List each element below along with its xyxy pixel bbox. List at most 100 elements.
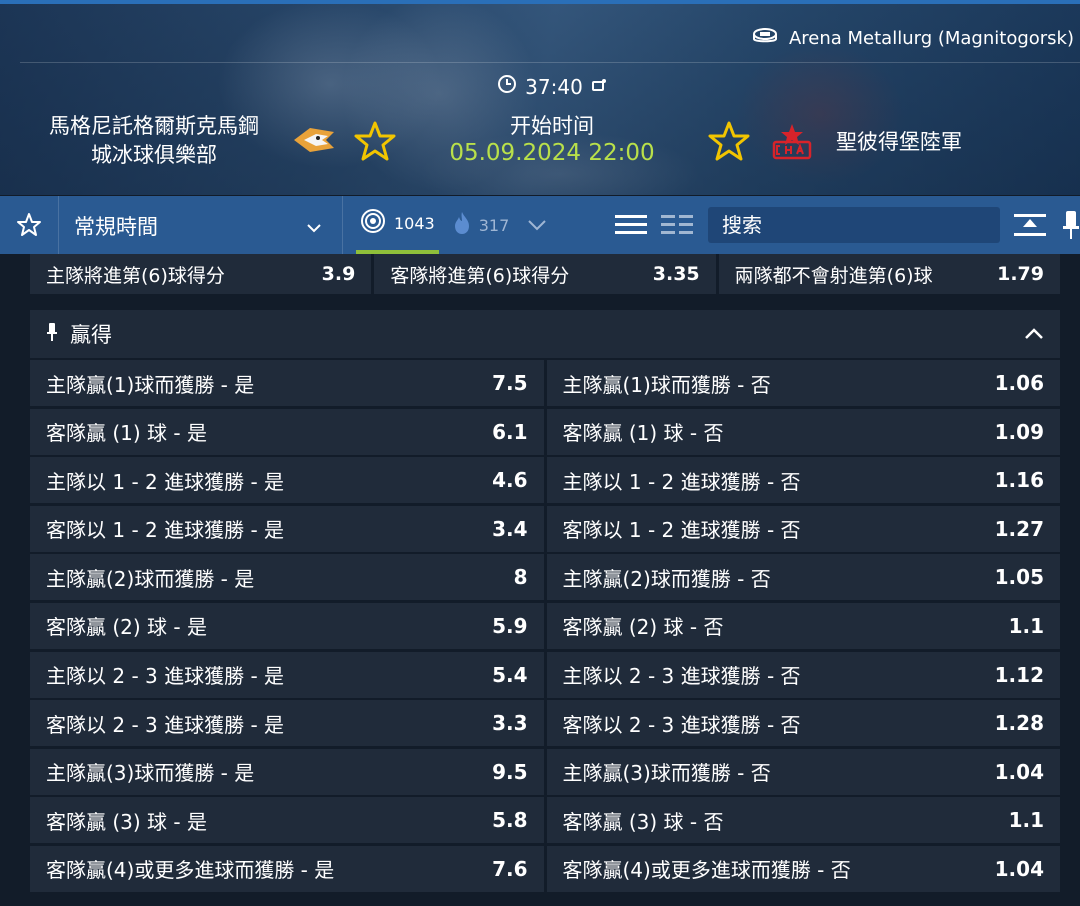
odds-cell[interactable]: 主隊以 2 - 3 進球獲勝 - 否 1.12 xyxy=(546,651,1060,698)
odds-label: 客隊贏 (2) 球 - 否 xyxy=(562,615,724,640)
start-time-label: 开始时间 xyxy=(510,114,594,138)
odds-value: 6.1 xyxy=(492,419,528,444)
odds-value: 3.35 xyxy=(652,263,700,285)
odds-cell[interactable]: 主隊贏(3)球而獲勝 - 否 1.04 xyxy=(546,748,1060,795)
odds-cell[interactable]: 客隊贏(4)或更多進球而獲勝 - 是 7.6 xyxy=(30,845,544,892)
hot-markets-tab[interactable]: 317 xyxy=(453,211,509,239)
odds-cell[interactable]: 客隊贏 (2) 球 - 是 5.9 xyxy=(30,602,544,649)
chevron-down-icon xyxy=(306,218,322,237)
odds-row: 客隊贏 (1) 球 - 是 6.1 客隊贏 (1) 球 - 否 1.09 xyxy=(30,408,1060,455)
list-view-icon[interactable] xyxy=(614,210,648,240)
odds-cell[interactable]: 客隊贏 (3) 球 - 否 1.1 xyxy=(546,797,1060,844)
odds-label: 客隊以 2 - 3 進球獲勝 - 是 xyxy=(46,712,285,737)
odds-cell[interactable]: 客隊贏 (1) 球 - 否 1.09 xyxy=(546,408,1060,455)
odds-cell[interactable]: 客隊贏 (2) 球 - 否 1.1 xyxy=(546,602,1060,649)
odds-cell[interactable]: 客隊以 1 - 2 進球獲勝 - 否 1.27 xyxy=(546,505,1060,552)
live-count: 1043 xyxy=(394,213,435,233)
market-toolbar: 常規時間 1043 317 xyxy=(0,196,1080,254)
odds-cell[interactable]: 客隊以 1 - 2 進球獲勝 - 是 3.4 xyxy=(30,505,544,552)
odds-cell[interactable]: 兩隊都不會射進第(6)球 1.79 xyxy=(718,254,1060,294)
odds-value: 1.1 xyxy=(1008,808,1044,833)
odds-row: 客隊贏 (3) 球 - 是 5.8 客隊贏 (3) 球 - 否 1.1 xyxy=(30,797,1060,844)
odds-cell[interactable]: 主隊贏(2)球而獲勝 - 是 8 xyxy=(30,554,544,601)
odds-value: 1.04 xyxy=(994,856,1044,881)
odds-label: 客隊贏 (1) 球 - 否 xyxy=(562,421,724,446)
odds-cell[interactable]: 主隊以 2 - 3 進球獲勝 - 是 5.4 xyxy=(30,651,544,698)
odds-label: 主隊贏(3)球而獲勝 - 是 xyxy=(46,761,255,786)
odds-value: 1.04 xyxy=(994,759,1044,784)
clock-icon xyxy=(497,74,517,99)
odds-value: 7.5 xyxy=(492,371,528,395)
odds-cell[interactable]: 主隊將進第(6)球得分 3.9 xyxy=(30,254,372,294)
odds-cell[interactable]: 客隊以 2 - 3 進球獲勝 - 否 1.28 xyxy=(546,700,1060,747)
odds-label: 客隊贏 (1) 球 - 是 xyxy=(46,421,207,446)
odds-row: 主隊以 1 - 2 進球獲勝 - 是 4.6 主隊以 1 - 2 進球獲勝 - 否… xyxy=(30,457,1060,504)
odds-value: 8 xyxy=(513,565,528,590)
odds-label: 主隊贏(1)球而獲勝 - 否 xyxy=(562,372,771,397)
odds-row: 客隊贏(4)或更多進球而獲勝 - 是 7.6 客隊贏(4)或更多進球而獲勝 - 否… xyxy=(30,845,1060,892)
odds-value: 3.3 xyxy=(492,711,528,736)
odds-cell[interactable]: 主隊贏(1)球而獲勝 - 否 1.06 xyxy=(546,360,1060,406)
odds-row: 客隊以 2 - 3 進球獲勝 - 是 3.3 客隊以 2 - 3 進球獲勝 - 否… xyxy=(30,700,1060,747)
pin-icon[interactable] xyxy=(46,321,58,347)
match-header: Arena Metallurg (Magnitogorsk) 馬格尼託格爾斯克馬… xyxy=(0,0,1080,195)
market-section-header[interactable]: 贏得 xyxy=(30,310,1060,358)
odds-row: 主隊贏(1)球而獲勝 - 是 7.5 主隊贏(1)球而獲勝 - 否 1.06 xyxy=(30,360,1060,406)
search-input[interactable] xyxy=(708,207,1000,243)
odds-label: 主隊贏(3)球而獲勝 - 否 xyxy=(562,761,771,786)
odds-cell[interactable]: 主隊以 1 - 2 進球獲勝 - 是 4.6 xyxy=(30,457,544,504)
odds-value: 3.9 xyxy=(321,263,356,285)
odds-cell[interactable]: 主隊贏(2)球而獲勝 - 否 1.05 xyxy=(546,554,1060,601)
odds-value: 1.16 xyxy=(994,468,1044,493)
target-icon xyxy=(360,208,386,238)
odds-cell[interactable]: 客隊贏 (1) 球 - 是 6.1 xyxy=(30,408,544,455)
away-team-name: 聖彼得堡陸軍 xyxy=(836,130,962,154)
odds-cell[interactable]: 客隊以 2 - 3 進球獲勝 - 是 3.3 xyxy=(30,700,544,747)
timer-value: 37:40 xyxy=(525,74,583,99)
expand-chevron-icon[interactable] xyxy=(527,216,547,235)
favorite-home-star-icon[interactable] xyxy=(354,120,396,162)
odds-label: 客隊贏(4)或更多進球而獲勝 - 是 xyxy=(46,858,335,883)
period-select[interactable]: 常規時間 xyxy=(58,196,343,254)
odds-label: 客隊贏(4)或更多進球而獲勝 - 否 xyxy=(562,858,851,883)
odds-value: 1.06 xyxy=(994,371,1044,395)
match-timer: 37:40 xyxy=(440,74,664,99)
favorites-star-icon[interactable] xyxy=(0,196,59,254)
venue-name: Arena Metallurg (Magnitogorsk) xyxy=(788,28,1074,49)
start-time-value: 05.09.2024 22:00 xyxy=(449,140,655,166)
chevron-up-icon[interactable] xyxy=(1024,325,1044,344)
collapse-all-icon[interactable] xyxy=(1012,210,1048,240)
odds-row: 主隊贏(2)球而獲勝 - 是 8 主隊贏(2)球而獲勝 - 否 1.05 xyxy=(30,554,1060,601)
odds-label: 主隊將進第(6)球得分 xyxy=(46,264,225,287)
odds-value: 4.6 xyxy=(492,468,528,493)
odds-row: 主隊以 2 - 3 進球獲勝 - 是 5.4 主隊以 2 - 3 進球獲勝 - 否… xyxy=(30,651,1060,698)
odds-cell[interactable]: 客隊將進第(6)球得分 3.35 xyxy=(374,254,716,294)
odds-label: 主隊贏(2)球而獲勝 - 否 xyxy=(562,566,771,591)
odds-label: 主隊以 1 - 2 進球獲勝 - 否 xyxy=(562,469,801,494)
home-team-name: 馬格尼託格爾斯克馬鋼 城冰球俱樂部 xyxy=(30,112,278,170)
odds-value: 1.28 xyxy=(994,711,1044,736)
pin-icon[interactable] xyxy=(1060,208,1080,242)
columns-view-icon[interactable] xyxy=(660,210,694,240)
odds-cell[interactable]: 主隊以 1 - 2 進球獲勝 - 否 1.16 xyxy=(546,457,1060,504)
odds-label: 客隊將進第(6)球得分 xyxy=(390,264,570,287)
odds-value: 1.1 xyxy=(1008,613,1044,638)
odds-label: 客隊以 1 - 2 進球獲勝 - 否 xyxy=(562,518,801,543)
odds-cell[interactable]: 主隊贏(3)球而獲勝 - 是 9.5 xyxy=(30,748,544,795)
home-team-logo xyxy=(290,122,338,158)
odds-label: 主隊以 1 - 2 進球獲勝 - 是 xyxy=(46,469,285,494)
odds-label: 客隊贏 (2) 球 - 是 xyxy=(46,615,207,640)
odds-grid: 主隊贏(1)球而獲勝 - 是 7.5 主隊贏(1)球而獲勝 - 否 1.06 客隊贏… xyxy=(30,360,1060,895)
odds-cell[interactable]: 客隊贏(4)或更多進球而獲勝 - 否 1.04 xyxy=(546,845,1060,892)
odds-value: 7.6 xyxy=(492,856,528,881)
odds-label: 主隊以 2 - 3 進球獲勝 - 是 xyxy=(46,664,285,689)
odds-cell[interactable]: 客隊贏 (3) 球 - 是 5.8 xyxy=(30,797,544,844)
home-team-name-line2: 城冰球俱樂部 xyxy=(91,143,217,167)
favorite-away-star-icon[interactable] xyxy=(708,120,750,162)
odds-cell[interactable]: 主隊贏(1)球而獲勝 - 是 7.5 xyxy=(30,360,544,406)
odds-value: 1.27 xyxy=(994,516,1044,541)
broadcast-icon xyxy=(591,75,607,99)
odds-row: 主隊贏(3)球而獲勝 - 是 9.5 主隊贏(3)球而獲勝 - 否 1.04 xyxy=(30,748,1060,795)
header-divider xyxy=(20,62,1080,63)
live-markets-tab[interactable]: 1043 xyxy=(356,196,439,254)
